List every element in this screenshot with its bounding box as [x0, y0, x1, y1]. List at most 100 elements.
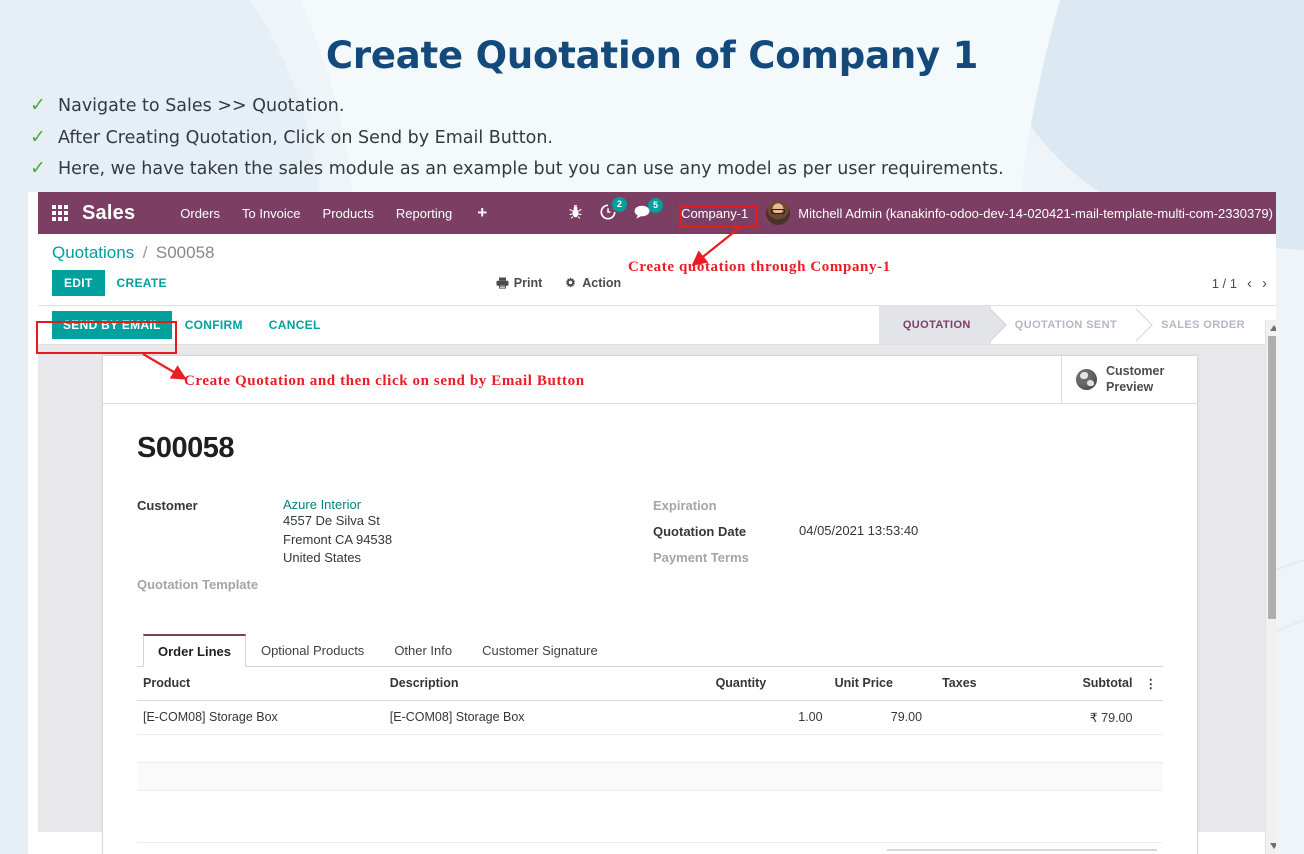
customer-preview-line1: Customer — [1106, 364, 1165, 378]
status-step-quotation-sent[interactable]: QUOTATION SENT — [990, 306, 1138, 344]
apps-grid-glyph — [52, 205, 68, 221]
cell-row-options — [1138, 700, 1163, 735]
menu-reporting[interactable]: Reporting — [385, 206, 463, 221]
field-customer: Customer Azure Interior 4557 De Silva St… — [137, 497, 653, 567]
table-row[interactable]: [E-COM08] Storage Box [E-COM08] Storage … — [137, 700, 1163, 735]
cell-subtotal[interactable]: ₹ 79.00 — [1076, 700, 1139, 735]
spacer-cell — [137, 790, 1163, 843]
activity-clock-icon[interactable]: 2 — [600, 197, 628, 222]
globe-icon — [1076, 369, 1097, 391]
activity-count-badge: 2 — [612, 197, 628, 212]
create-button[interactable]: CREATE — [105, 270, 179, 296]
chevron-left-icon[interactable]: ‹ — [1247, 275, 1252, 292]
document-title: S00058 — [137, 432, 235, 465]
app-brand-sales[interactable]: Sales — [82, 202, 135, 225]
bullet-text: After Creating Quotation, Click on Send … — [58, 127, 553, 148]
confirm-button[interactable]: CONFIRM — [172, 311, 256, 339]
bug-glyph — [569, 204, 582, 219]
field-value-quotation-date[interactable]: 04/05/2021 13:53:40 — [799, 523, 918, 539]
control-panel-buttons: EDIT CREATE Print Action 1 / 1 ‹ › — [38, 267, 1276, 305]
control-panel-middle: Print Action — [496, 276, 643, 290]
status-step-quotation[interactable]: QUOTATION — [878, 306, 991, 344]
customer-link[interactable]: Azure Interior — [283, 497, 361, 512]
col-quantity[interactable]: Quantity — [709, 666, 829, 701]
breadcrumb: Quotations / S00058 — [38, 234, 1276, 267]
menu-to-invoice[interactable]: To Invoice — [231, 206, 312, 221]
table-header-row: Product Description Quantity Unit Price … — [137, 666, 1163, 701]
col-description[interactable]: Description — [383, 666, 710, 701]
top-navbar: Sales Orders To Invoice Products Reporti… — [38, 192, 1276, 234]
messages-icon[interactable]: 5 — [634, 198, 664, 221]
customer-preview-line2: Preview — [1106, 379, 1154, 394]
printer-icon — [496, 277, 509, 289]
check-icon: ✓ — [30, 125, 46, 148]
cancel-button[interactable]: CANCEL — [256, 311, 334, 339]
edit-button[interactable]: EDIT — [52, 270, 105, 296]
menu-products[interactable]: Products — [312, 206, 385, 221]
column-options-icon[interactable]: ⋮ — [1138, 666, 1163, 701]
list-item: ✓ After Creating Quotation, Click on Sen… — [30, 125, 1304, 151]
form-statusbar: SEND BY EMAIL CONFIRM CANCEL QUOTATION Q… — [38, 306, 1276, 345]
print-button[interactable]: Print — [496, 276, 542, 290]
tab-order-lines[interactable]: Order Lines — [143, 633, 246, 667]
customer-preview-button[interactable]: Customer Preview — [1061, 356, 1197, 404]
form-sheet: Customer Preview S00058 Customer Azure I… — [102, 355, 1198, 854]
field-label-payment-terms: Payment Terms — [653, 550, 749, 566]
sheet-body: S00058 Customer Azure Interior 4557 De S… — [103, 404, 1197, 854]
breadcrumb-current: S00058 — [155, 243, 215, 262]
vertical-scrollbar[interactable] — [1265, 320, 1276, 854]
tab-other-info[interactable]: Other Info — [379, 634, 467, 667]
breadcrumb-separator: / — [142, 243, 148, 262]
bug-icon[interactable] — [569, 204, 582, 221]
bullet-list: ✓ Navigate to Sales >> Quotation. ✓ Afte… — [0, 95, 1304, 182]
pager-count: 1 / 1 — [1211, 275, 1237, 291]
odoo-app-inner: Sales Orders To Invoice Products Reporti… — [38, 192, 1276, 854]
company-switcher[interactable]: Company-1 — [675, 204, 754, 223]
col-unit-price[interactable]: Unit Price — [828, 666, 929, 701]
field-label-expiration: Expiration — [653, 498, 717, 514]
apps-grid-icon[interactable] — [38, 205, 82, 221]
avatar[interactable] — [766, 201, 791, 225]
scroll-up-arrow-icon[interactable] — [1270, 325, 1276, 331]
pager: 1 / 1 ‹ › — [1212, 275, 1267, 292]
control-panel: Quotations / S00058 EDIT CREATE Print Ac… — [38, 234, 1276, 306]
tab-customer-signature[interactable]: Customer Signature — [467, 634, 613, 667]
cell-description[interactable]: [E-COM08] Storage Box — [383, 700, 710, 735]
address-line-3: United States — [283, 550, 362, 566]
table-row-spacer — [137, 790, 1163, 843]
cell-quantity[interactable]: 1.00 — [709, 700, 829, 735]
col-product[interactable]: Product — [137, 666, 384, 701]
table-header: Product Description Quantity Unit Price … — [137, 666, 1163, 701]
placeholder-cell — [137, 762, 1163, 791]
address-line-2: Fremont CA 94538 — [283, 531, 393, 547]
totals-section: Untaxed Amount: ₹ 79.00 — [137, 843, 1163, 854]
scroll-down-arrow-icon[interactable] — [1270, 843, 1276, 849]
field-payment-terms: Payment Terms — [653, 549, 1153, 565]
col-taxes[interactable]: Taxes — [928, 666, 1077, 701]
action-button[interactable]: Action — [564, 276, 621, 290]
order-lines-table: Product Description Quantity Unit Price … — [137, 666, 1163, 843]
slide-header: Create Quotation of Company 1 ✓ Navigate… — [0, 0, 1304, 182]
odoo-app-window: Sales Orders To Invoice Products Reporti… — [28, 192, 1276, 854]
col-subtotal[interactable]: Subtotal — [1076, 666, 1139, 701]
breadcrumb-quotations[interactable]: Quotations — [52, 243, 134, 262]
send-by-email-button[interactable]: SEND BY EMAIL — [52, 311, 172, 339]
field-label-quotation-template: Quotation Template — [137, 576, 259, 592]
totals-table: Untaxed Amount: ₹ 79.00 — [887, 848, 1157, 854]
user-menu[interactable]: Mitchell Admin (kanakinfo-odoo-dev-14-02… — [798, 206, 1273, 221]
tab-optional-products[interactable]: Optional Products — [246, 634, 379, 667]
status-step-sales-order[interactable]: SALES ORDER — [1137, 306, 1265, 344]
customer-preview-label: Customer Preview — [1106, 364, 1164, 395]
notebook-tabs: Order Lines Optional Products Other Info… — [137, 633, 1163, 667]
cell-product[interactable]: [E-COM08] Storage Box — [137, 700, 384, 735]
plus-icon[interactable]: + — [463, 203, 501, 223]
notebook: Order Lines Optional Products Other Info… — [137, 633, 1163, 854]
cell-taxes[interactable] — [928, 700, 1077, 735]
chevron-right-icon[interactable]: › — [1262, 275, 1267, 292]
field-value-customer[interactable]: Azure Interior 4557 De Silva St Fremont … — [283, 497, 392, 567]
scroll-thumb[interactable] — [1268, 336, 1276, 619]
navbar-right: 2 5 Company-1 Mitchell Admin (kanakinfo-… — [560, 197, 1276, 225]
menu-orders[interactable]: Orders — [169, 206, 231, 221]
table-body: [E-COM08] Storage Box [E-COM08] Storage … — [137, 700, 1163, 843]
cell-unit-price[interactable]: 79.00 — [828, 700, 929, 735]
